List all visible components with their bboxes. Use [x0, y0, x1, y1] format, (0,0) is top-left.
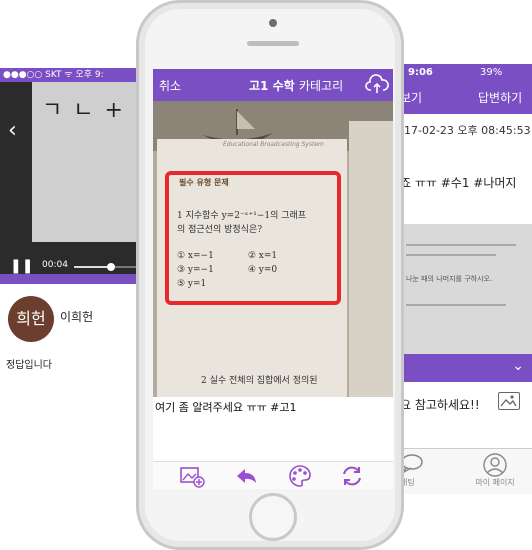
edit-toolbar: [153, 461, 393, 489]
handwriting-text: ㄱ ㄴ + ㅣ ㄷ: [42, 98, 140, 123]
undo-icon[interactable]: [233, 464, 259, 488]
back-icon[interactable]: ‹: [8, 118, 17, 143]
subject-label[interactable]: 고1 수학: [249, 77, 295, 94]
paper-line: [406, 304, 506, 306]
player-toolbar: [0, 274, 140, 284]
video-progress-fill: [74, 266, 112, 268]
expand-band[interactable]: ⌄: [400, 354, 532, 382]
rotate-icon[interactable]: [339, 464, 365, 488]
person-icon: [483, 453, 507, 477]
status-time: 9:06: [408, 67, 433, 78]
avatar[interactable]: 희헌: [8, 296, 54, 342]
question-photo[interactable]: Educational Broadcasting System 필수 유형 문제…: [153, 101, 393, 397]
video-progress-knob[interactable]: [107, 263, 116, 271]
add-image-icon[interactable]: [179, 464, 205, 488]
pause-icon[interactable]: ❚❚: [10, 258, 33, 274]
tab-my-label: 마이 페이지: [475, 478, 515, 487]
image-glyph: [500, 395, 517, 407]
paper-line: [406, 244, 516, 246]
tab-chat[interactable]: 채팅: [400, 453, 430, 491]
cloud-upload-icon[interactable]: [365, 73, 389, 95]
status-battery: 39%: [480, 67, 503, 78]
video-frame: ㄱ ㄴ + ㅣ ㄷ: [32, 82, 140, 242]
speaker-grille: [247, 41, 299, 46]
post-tags: 죠 ㅠㅠ #수1 #나머지: [400, 176, 517, 190]
question-compose-screen: 취소 고1 수학 카테고리 Educational Broadcasting S…: [153, 69, 393, 489]
tab-bar: 채팅 마이 페이지: [400, 448, 532, 494]
home-button[interactable]: [249, 493, 297, 541]
paper-line: [406, 254, 496, 256]
left-answer-screen: ●●●○○ SKT ᯤ 오후 9: ㄱ ㄴ + ㅣ ㄷ ‹ ❚❚ 00:04 희…: [0, 68, 140, 398]
status-bar: ●●●○○ SKT ᯤ 오후 9:: [0, 68, 140, 82]
palette-icon[interactable]: [287, 464, 313, 488]
question-image[interactable]: 나눈 때의 나머지를 구하시오.: [400, 224, 532, 364]
post-date: 17-02-23 오후 08:45:53: [404, 124, 531, 137]
paper-text: 나눈 때의 나머지를 구하시오.: [406, 275, 493, 283]
image-icon[interactable]: [498, 392, 520, 410]
nav-bar: 보기 답변하기: [400, 82, 532, 114]
category-button[interactable]: 카테고리: [299, 77, 343, 94]
video-player[interactable]: ㄱ ㄴ + ㅣ ㄷ ‹ ❚❚ 00:04: [0, 82, 140, 282]
answer-caption: 요 참고하세요!!: [400, 398, 480, 412]
video-time: 00:04: [42, 260, 68, 270]
author-name: 이희헌: [60, 310, 94, 324]
answer-text: 정답입니다: [6, 360, 52, 371]
app-header: 취소 고1 수학 카테고리: [153, 69, 393, 101]
cancel-button[interactable]: 취소: [159, 77, 181, 94]
video-progress-bar[interactable]: [74, 263, 136, 271]
highlight-annotation: [165, 171, 341, 305]
question-caption[interactable]: 여기 좀 알려주세요 ㅠㅠ #고1: [153, 399, 393, 415]
book-page-right: [349, 121, 393, 397]
tab-my-page[interactable]: 마이 페이지: [470, 453, 520, 491]
camera-icon: [269, 19, 277, 27]
status-bar: 9:06 39%: [400, 64, 532, 82]
phone-frame: 취소 고1 수학 카테고리 Educational Broadcasting S…: [136, 0, 404, 550]
answer-button[interactable]: 답변하기: [478, 82, 522, 114]
chevron-down-icon[interactable]: ⌄: [512, 358, 524, 374]
right-question-screen: 9:06 39% 보기 답변하기 17-02-23 오후 08:45:53 죠 …: [400, 64, 532, 494]
publisher-text: Educational Broadcasting System: [223, 141, 324, 148]
second-problem-text: 2 실수 전체의 집합에서 정의된: [201, 376, 318, 386]
